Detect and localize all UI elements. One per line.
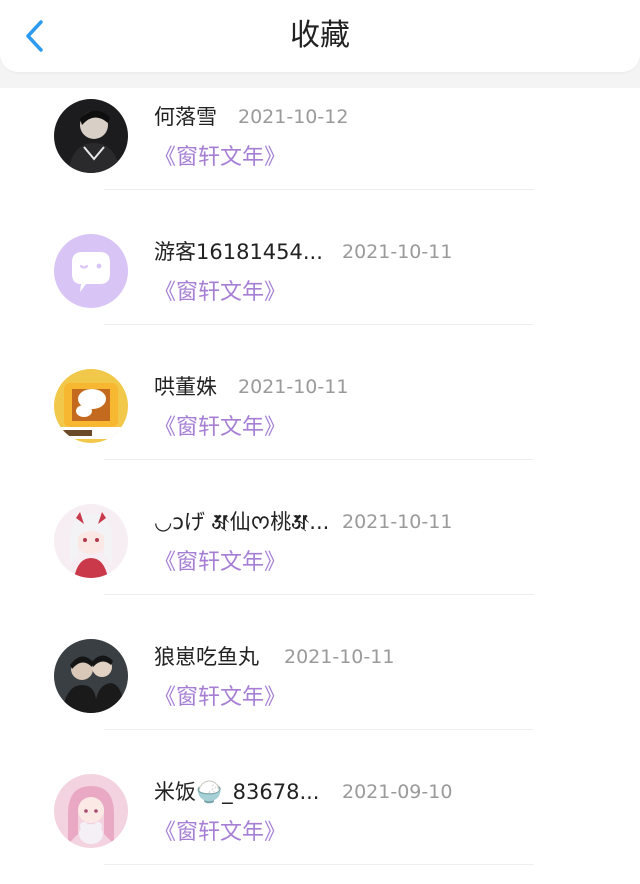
book-title-link[interactable]: 《窗轩文年》 (154, 142, 286, 174)
list-item[interactable]: 哄董姝 2021-10-11 《窗轩文年》 (0, 358, 640, 493)
default-chat-avatar (54, 234, 128, 308)
list-item[interactable]: 米饭🍚_83678... 2021-09-10 《窗轩文年》 (0, 763, 640, 884)
favorite-date: 2021-10-11 (238, 376, 349, 398)
photo-avatar (54, 639, 128, 713)
book-title-link[interactable]: 《窗轩文年》 (154, 547, 286, 579)
book-title-link[interactable]: 《窗轩文年》 (154, 682, 286, 714)
book-title-link[interactable]: 《窗轩文年》 (154, 277, 286, 309)
list-item[interactable]: ◡ↄげ 𑖁仙ᰔ桃𑖁... 2021-10-11 《窗轩文年》 (0, 493, 640, 628)
user-name: ◡ↄげ 𑖁仙ᰔ桃𑖁... (154, 510, 330, 534)
list-item[interactable]: 何落雪 2021-10-12 《窗轩文年》 (0, 88, 640, 223)
anime-girl-avatar (54, 504, 128, 578)
page-title: 收藏 (290, 18, 350, 53)
favorite-date: 2021-10-11 (284, 646, 395, 668)
app-header: 收藏 (0, 0, 640, 72)
list-item[interactable]: 狼崽吃鱼丸 2021-10-11 《窗轩文年》 (0, 628, 640, 763)
divider (104, 459, 534, 460)
book-title-link[interactable]: 《窗轩文年》 (154, 412, 286, 444)
photo-avatar (54, 99, 128, 173)
divider (104, 864, 534, 865)
anime-girl-avatar (54, 774, 128, 848)
book-title-link[interactable]: 《窗轩文年》 (154, 817, 286, 849)
user-name: 米饭🍚_83678... (154, 780, 320, 804)
user-name: 游客16181454... (154, 240, 323, 264)
user-name: 何落雪 (154, 105, 217, 129)
favorite-date: 2021-10-11 (342, 241, 453, 263)
cartoon-avatar (54, 369, 128, 443)
favorites-list: 何落雪 2021-10-12 《窗轩文年》 游客16181454... 2021… (0, 88, 640, 884)
user-name: 狼崽吃鱼丸 (154, 645, 259, 669)
divider (104, 324, 534, 325)
list-item[interactable]: 游客16181454... 2021-10-11 《窗轩文年》 (0, 223, 640, 358)
favorite-date: 2021-10-11 (342, 511, 453, 533)
divider (104, 594, 534, 595)
user-name: 哄董姝 (154, 375, 217, 399)
favorite-date: 2021-09-10 (342, 781, 453, 803)
divider (104, 729, 534, 730)
divider (104, 189, 534, 190)
favorite-date: 2021-10-12 (238, 106, 349, 128)
